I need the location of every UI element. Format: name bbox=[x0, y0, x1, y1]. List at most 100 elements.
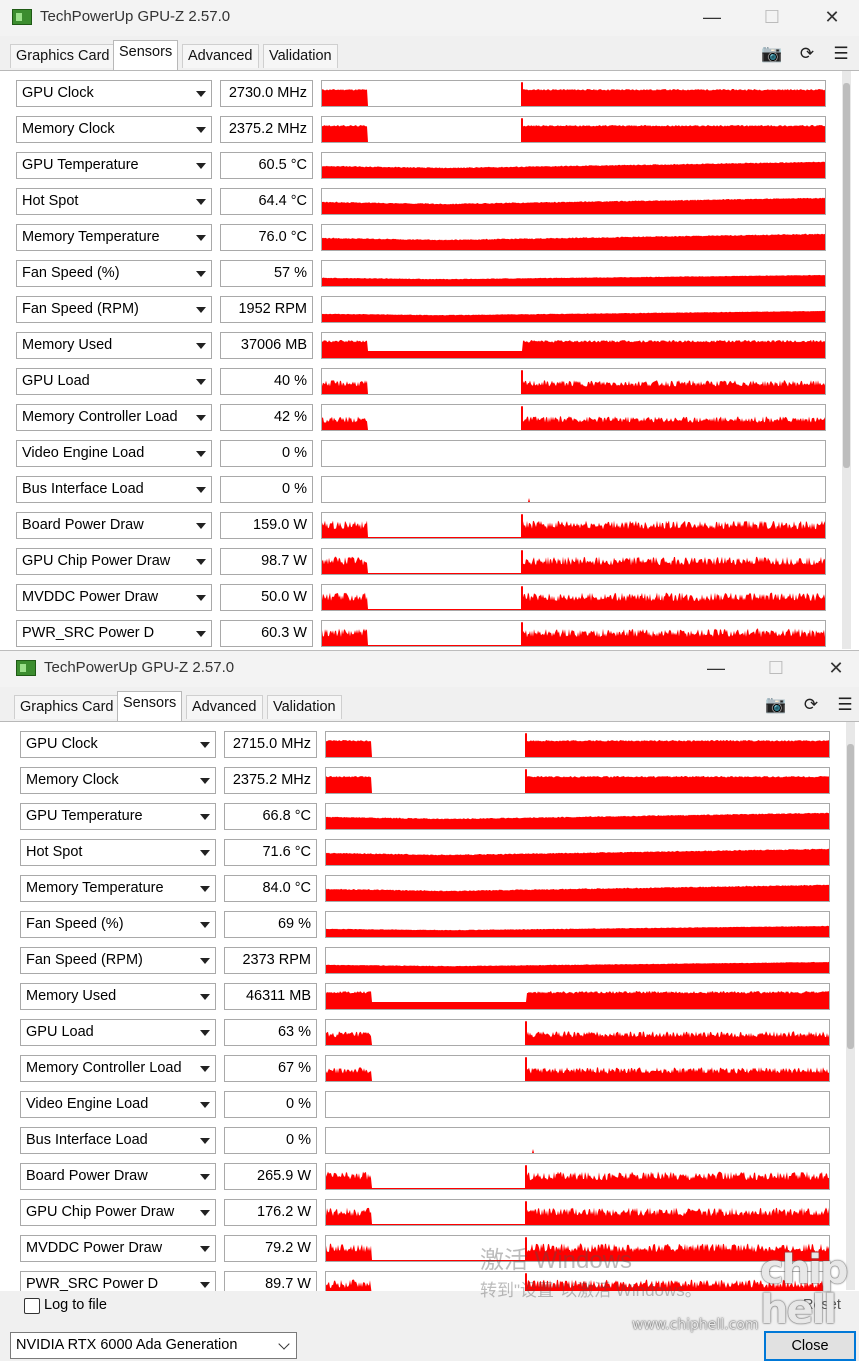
gpu-select-value: NVIDIA RTX 6000 Ada Generation bbox=[16, 1337, 238, 1353]
tab-sensors[interactable]: Sensors bbox=[117, 691, 183, 721]
sensor-value: 2715.0 MHz bbox=[224, 731, 317, 758]
sensor-trace-spike bbox=[521, 406, 523, 430]
tab-advanced[interactable]: Advanced bbox=[182, 44, 259, 68]
tab-validation[interactable]: Validation bbox=[267, 695, 342, 719]
sensor-select[interactable]: GPU Load bbox=[16, 368, 212, 395]
sensor-select[interactable]: Board Power Draw bbox=[16, 512, 212, 539]
sensor-select[interactable]: Fan Speed (RPM) bbox=[20, 947, 216, 974]
close-icon[interactable]: ✕ bbox=[818, 4, 846, 30]
sensor-select[interactable]: Memory Temperature bbox=[20, 875, 216, 902]
sensor-select[interactable]: MVDDC Power Draw bbox=[16, 584, 212, 611]
dropdown-arrow-icon bbox=[200, 1174, 210, 1180]
sensor-value: 265.9 W bbox=[224, 1163, 317, 1190]
maximize-icon[interactable]: ☐ bbox=[762, 655, 790, 681]
sensor-select[interactable]: Memory Used bbox=[16, 332, 212, 359]
sensor-row: GPU Chip Power Draw 98.7 W bbox=[0, 545, 830, 577]
sensor-select[interactable]: Memory Controller Load bbox=[20, 1055, 216, 1082]
close-icon[interactable]: ✕ bbox=[822, 655, 850, 681]
sensor-row: Hot Spot 64.4 °C bbox=[0, 185, 830, 217]
sensor-select[interactable]: PWR_SRC Power D bbox=[16, 620, 212, 647]
sensor-graph-svg bbox=[322, 233, 825, 250]
sensor-trace bbox=[322, 274, 825, 286]
sensor-select[interactable]: Fan Speed (RPM) bbox=[16, 296, 212, 323]
sensor-graph-svg bbox=[322, 82, 825, 106]
sensor-name: Fan Speed (%) bbox=[26, 916, 124, 932]
scrollbar[interactable] bbox=[846, 722, 855, 1290]
sensor-select[interactable]: Video Engine Load bbox=[16, 440, 212, 467]
scrollbar-thumb[interactable] bbox=[843, 83, 850, 468]
sensor-select[interactable]: Memory Clock bbox=[16, 116, 212, 143]
sensor-select[interactable]: GPU Temperature bbox=[16, 152, 212, 179]
sensor-select[interactable]: Memory Temperature bbox=[16, 224, 212, 251]
sensor-value: 40 % bbox=[220, 368, 313, 395]
tab-graphics-card[interactable]: Graphics Card bbox=[14, 695, 120, 719]
gpuz-window-front: TechPowerUp GPU-Z 2.57.0 — ☐ ✕ Graphics … bbox=[0, 650, 859, 1361]
gpu-select-dropdown[interactable]: NVIDIA RTX 6000 Ada Generation bbox=[10, 1332, 297, 1359]
scrollbar[interactable] bbox=[842, 71, 851, 649]
sensor-select[interactable]: Memory Controller Load bbox=[16, 404, 212, 431]
sensor-trace bbox=[322, 340, 825, 358]
menu-icon[interactable]: ☰ bbox=[830, 44, 852, 64]
dropdown-arrow-icon bbox=[196, 163, 206, 169]
sensor-select[interactable]: Bus Interface Load bbox=[16, 476, 212, 503]
sensor-select[interactable]: GPU Chip Power Draw bbox=[20, 1199, 216, 1226]
tab-graphics-card[interactable]: Graphics Card bbox=[10, 44, 116, 68]
minimize-icon[interactable]: — bbox=[702, 655, 730, 681]
sensor-name: PWR_SRC Power D bbox=[22, 625, 155, 641]
sensor-row: Bus Interface Load 0 % bbox=[0, 473, 830, 505]
refresh-icon[interactable]: ⟳ bbox=[800, 695, 822, 715]
sensor-trace-spike bbox=[521, 370, 523, 394]
sensor-trace-spike bbox=[525, 1057, 527, 1081]
tab-sensors[interactable]: Sensors bbox=[113, 40, 179, 70]
sensor-select[interactable]: Hot Spot bbox=[20, 839, 216, 866]
sensor-trace bbox=[322, 556, 825, 574]
sensor-select[interactable]: Bus Interface Load bbox=[20, 1127, 216, 1154]
refresh-icon[interactable]: ⟳ bbox=[796, 44, 818, 64]
sensor-select[interactable]: Board Power Draw bbox=[20, 1163, 216, 1190]
sensor-graph-svg bbox=[326, 961, 829, 973]
sensor-name: Memory Used bbox=[26, 988, 117, 1004]
sensor-select[interactable]: Memory Clock bbox=[20, 767, 216, 794]
camera-icon[interactable]: 📷 bbox=[765, 695, 787, 715]
sensor-value: 2373 RPM bbox=[224, 947, 317, 974]
sensor-name: Hot Spot bbox=[22, 193, 79, 209]
sensor-graph-svg bbox=[326, 884, 829, 901]
tab-advanced[interactable]: Advanced bbox=[186, 695, 263, 719]
sensor-trace bbox=[326, 812, 829, 829]
sensor-name: Hot Spot bbox=[26, 844, 83, 860]
dropdown-arrow-icon bbox=[196, 271, 206, 277]
sensor-select[interactable]: GPU Clock bbox=[20, 731, 216, 758]
dropdown-arrow-icon bbox=[200, 1246, 210, 1252]
sensor-value: 66.8 °C bbox=[224, 803, 317, 830]
sensor-select[interactable]: Fan Speed (%) bbox=[16, 260, 212, 287]
sensor-value: 1952 RPM bbox=[220, 296, 313, 323]
dropdown-arrow-icon bbox=[200, 850, 210, 856]
sensor-graph-svg bbox=[326, 812, 829, 829]
minimize-icon[interactable]: — bbox=[698, 4, 726, 30]
tab-validation[interactable]: Validation bbox=[263, 44, 338, 68]
maximize-icon[interactable]: ☐ bbox=[758, 4, 786, 30]
log-to-file-checkbox[interactable] bbox=[24, 1298, 40, 1314]
chiphell-logo: chip hell bbox=[760, 1247, 849, 1333]
sensor-select[interactable]: Fan Speed (%) bbox=[20, 911, 216, 938]
sensor-select[interactable]: MVDDC Power Draw bbox=[20, 1235, 216, 1262]
sensor-trace bbox=[322, 380, 825, 394]
sensor-select[interactable]: GPU Clock bbox=[16, 80, 212, 107]
sensor-graph bbox=[325, 947, 830, 974]
sensor-trace bbox=[326, 1067, 829, 1081]
close-button[interactable]: Close bbox=[764, 1331, 856, 1361]
sensor-select[interactable]: GPU Temperature bbox=[20, 803, 216, 830]
scrollbar-thumb[interactable] bbox=[847, 744, 854, 1049]
sensor-name: Memory Clock bbox=[26, 772, 119, 788]
sensor-name: Fan Speed (%) bbox=[22, 265, 120, 281]
sensor-select[interactable]: Video Engine Load bbox=[20, 1091, 216, 1118]
sensor-trace-spike bbox=[525, 1165, 527, 1189]
sensor-name: Memory Temperature bbox=[26, 880, 164, 896]
sensor-select[interactable]: GPU Load bbox=[20, 1019, 216, 1046]
sensor-select[interactable]: GPU Chip Power Draw bbox=[16, 548, 212, 575]
menu-icon[interactable]: ☰ bbox=[834, 695, 856, 715]
camera-icon[interactable]: 📷 bbox=[761, 44, 783, 64]
sensor-select[interactable]: Hot Spot bbox=[16, 188, 212, 215]
sensor-select[interactable]: Memory Used bbox=[20, 983, 216, 1010]
sensor-row: MVDDC Power Draw 79.2 W bbox=[4, 1232, 834, 1264]
